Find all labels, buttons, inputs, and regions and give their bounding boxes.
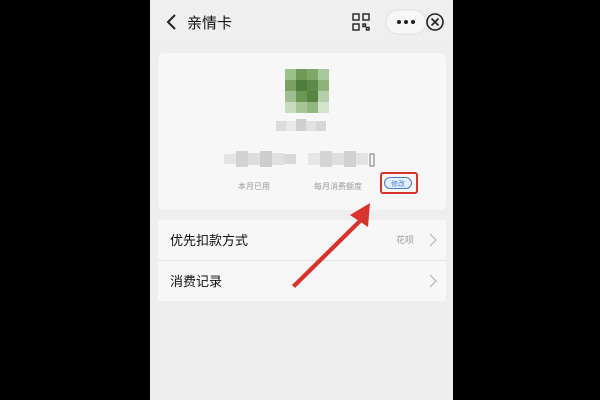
back-button[interactable]: [160, 10, 184, 34]
chevron-right-icon: [429, 233, 437, 247]
avatar: [285, 69, 329, 113]
close-button[interactable]: [424, 11, 446, 33]
scan-button[interactable]: [350, 11, 372, 33]
scan-icon: [352, 13, 370, 31]
chevron-right-icon: [429, 274, 437, 288]
spending-records-row[interactable]: 消费记录: [158, 261, 446, 301]
more-button[interactable]: [384, 7, 428, 37]
payment-method-value: 花呗: [396, 236, 415, 246]
nav-bar: 亲情卡: [150, 0, 453, 44]
modify-button[interactable]: 修改: [384, 177, 412, 189]
monthly-limit-label: 每月消费额度: [314, 182, 362, 191]
close-icon: [426, 13, 444, 31]
phone-screen: 亲情卡 本月已用 每月消费额度 修改 优先扣款方式 花呗 消费记录: [150, 0, 453, 400]
name-blurred: [276, 119, 326, 131]
page-title: 亲情卡: [187, 14, 233, 32]
chevron-left-icon: [166, 14, 176, 30]
payment-method-row[interactable]: 优先扣款方式 花呗: [158, 220, 446, 260]
limit-amount-blurred: [308, 151, 375, 167]
used-this-month-label: 本月已用: [238, 182, 270, 191]
payment-method-label: 优先扣款方式: [170, 234, 249, 249]
used-amount-blurred: [224, 151, 296, 167]
more-icon: [397, 20, 415, 24]
family-card-panel: 本月已用 每月消费额度 修改: [158, 53, 446, 210]
spending-records-label: 消费记录: [170, 275, 223, 290]
